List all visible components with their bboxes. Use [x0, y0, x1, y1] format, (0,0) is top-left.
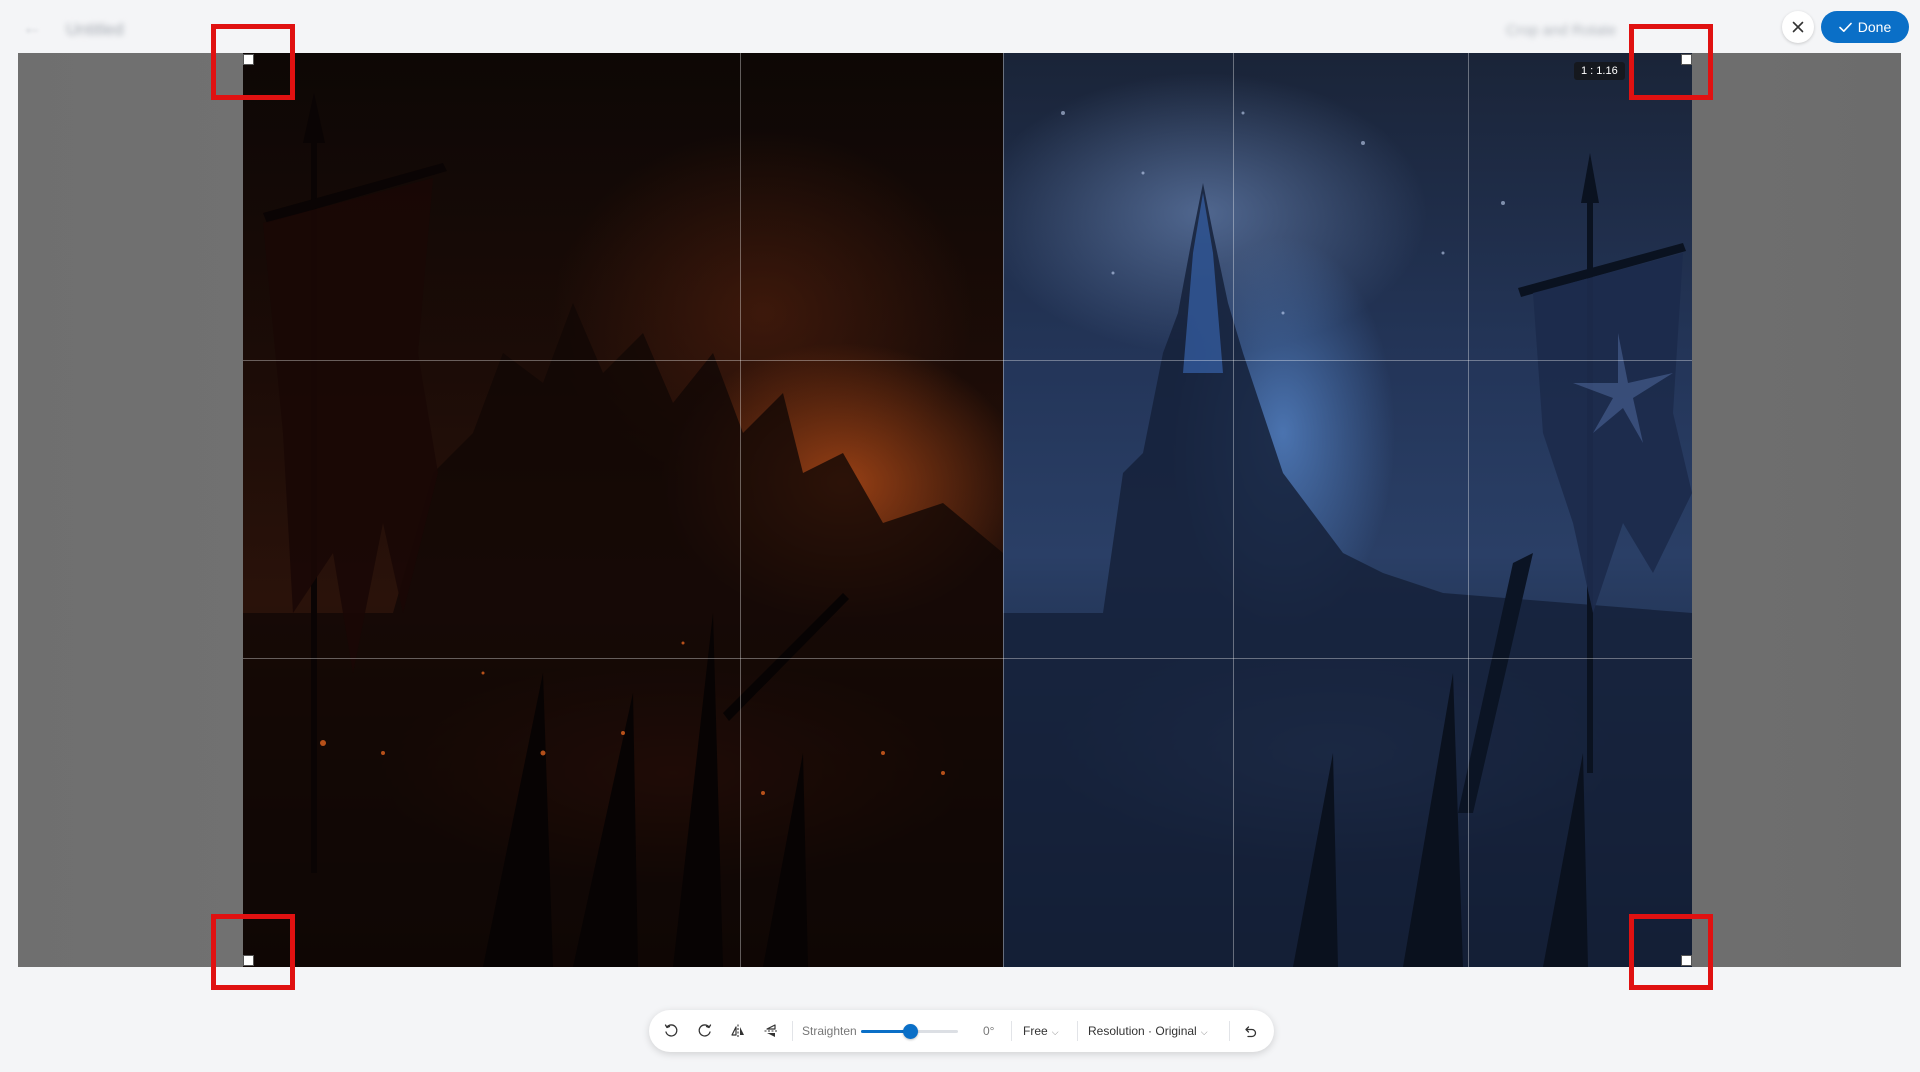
resolution-value: Resolution · Original	[1088, 1024, 1197, 1038]
grid-line-horizontal-1	[243, 360, 1692, 361]
back-arrow-icon[interactable]: ←	[20, 16, 44, 40]
grid-line-vertical-1	[740, 53, 741, 967]
chevron-down-icon: ⌵	[1200, 1027, 1208, 1037]
flip-vertical-button[interactable]	[760, 1020, 782, 1042]
done-label: Done	[1857, 19, 1892, 35]
highlight-box-top-left	[211, 24, 295, 100]
flip-horizontal-button[interactable]	[727, 1020, 749, 1042]
rotate-right-icon	[698, 1024, 712, 1037]
straighten-slider[interactable]	[861, 1024, 958, 1039]
artwork-silhouettes	[243, 93, 1692, 967]
toolbar-divider	[1011, 1021, 1012, 1041]
reset-icon	[1245, 1026, 1257, 1038]
image-canvas[interactable]: 1 : 1.16	[18, 53, 1901, 967]
crop-toolbar: Straighten 0° Free ⌵ Resolution · Origina…	[649, 1010, 1274, 1052]
toolbar-divider	[792, 1021, 793, 1041]
toolbar-divider	[1077, 1021, 1078, 1041]
grid-line-vertical-2	[1233, 53, 1234, 967]
checkmark-icon	[1838, 22, 1852, 32]
reset-button[interactable]	[1239, 1020, 1261, 1042]
straighten-value: 0°	[983, 1024, 995, 1038]
rotate-right-button[interactable]	[694, 1020, 716, 1042]
mode-label: Crop and Rotate	[1506, 22, 1617, 39]
straighten-label: Straighten	[802, 1024, 857, 1038]
highlight-box-top-right	[1629, 24, 1713, 100]
flip-horizontal-icon	[731, 1024, 744, 1038]
resolution-dropdown[interactable]: Resolution · Original ⌵	[1088, 1024, 1208, 1038]
toolbar-divider	[1229, 1021, 1230, 1041]
close-icon	[1792, 21, 1804, 33]
document-title: Untitled	[66, 20, 124, 39]
rotate-left-icon	[664, 1024, 678, 1037]
grid-line-horizontal-2	[243, 658, 1692, 659]
aspect-ratio-badge: 1 : 1.16	[1574, 62, 1625, 80]
grid-line-vertical-3	[1468, 53, 1469, 967]
highlight-box-bottom-left	[211, 914, 295, 990]
chevron-down-icon: ⌵	[1051, 1027, 1059, 1037]
highlight-box-bottom-right	[1629, 914, 1713, 990]
aspect-ratio-value: Free	[1023, 1024, 1048, 1038]
done-button[interactable]: Done	[1821, 11, 1909, 43]
flip-vertical-icon	[764, 1024, 778, 1037]
aspect-ratio-dropdown[interactable]: Free ⌵	[1023, 1024, 1059, 1038]
crop-region[interactable]: 1 : 1.16	[243, 53, 1692, 967]
rotate-left-button[interactable]	[660, 1020, 682, 1042]
grid-line-center	[1003, 53, 1004, 967]
straighten-slider-thumb[interactable]	[902, 1024, 918, 1039]
close-button[interactable]	[1782, 11, 1814, 43]
